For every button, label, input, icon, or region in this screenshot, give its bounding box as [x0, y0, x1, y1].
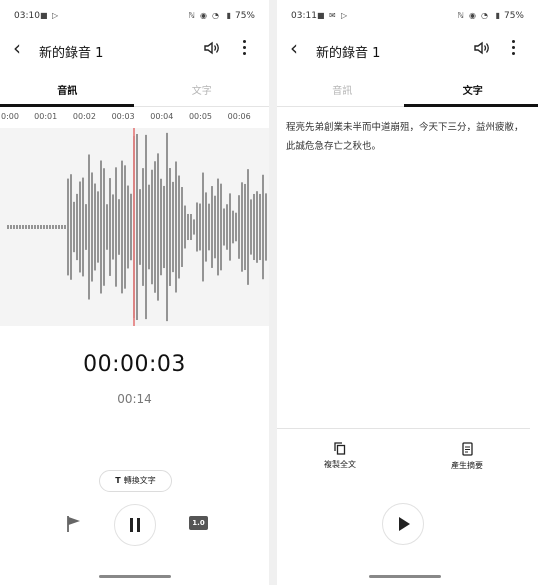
pause-button[interactable]: [114, 504, 156, 546]
ruler-tick: 00:05: [188, 112, 213, 121]
video-icon: ■: [317, 11, 325, 20]
app-bar: ‹ 新的錄音 1: [277, 34, 538, 66]
tab-indicator: [0, 104, 134, 107]
mail-icon: ✉: [329, 11, 336, 20]
gesture-bar: [369, 575, 441, 578]
cast-icon: ▷: [341, 11, 348, 20]
copy-all-button[interactable]: 複製全文: [300, 442, 380, 470]
eye-icon: ◉: [469, 11, 476, 20]
status-bar: 03:10 ■ ▷ ℕ ◉ ◔ ▮ 75%: [14, 8, 255, 24]
more-vert-icon[interactable]: [510, 40, 516, 56]
nfc-icon: ℕ: [457, 11, 464, 20]
tab-audio[interactable]: 音訊: [277, 82, 408, 97]
wifi-icon: ◔: [212, 11, 219, 20]
battery-icon: ▮: [495, 11, 500, 20]
actions-divider: [277, 428, 530, 429]
play-button[interactable]: [382, 503, 424, 545]
recording-title: 新的錄音 1: [316, 46, 381, 61]
pause-icon: [130, 518, 140, 532]
status-bar: 03:11 ■ ✉ ▷ ℕ ◉ ◔ ▮ 75%: [291, 8, 524, 24]
battery-icon: ▮: [226, 11, 231, 20]
ruler-tick: 00:02: [72, 112, 96, 121]
generate-summary-button[interactable]: 產生摘要: [427, 442, 507, 471]
transcript-text: 程亮先弟創業未半而中道崩殂，今天下三分，益州疲敝，此誠危急存亡之秋也。: [286, 122, 524, 152]
tab-indicator: [404, 104, 538, 107]
tab-audio[interactable]: 音訊: [0, 82, 135, 97]
back-arrow-icon[interactable]: ‹: [13, 38, 21, 58]
document-icon: [461, 442, 473, 456]
transcribe-button[interactable]: T 轉換文字: [99, 470, 172, 492]
copy-all-label: 複製全文: [324, 460, 356, 469]
total-duration: 00:14: [117, 392, 152, 406]
nfc-icon: ℕ: [188, 11, 195, 20]
waveform[interactable]: [0, 128, 269, 326]
status-time: 03:10: [14, 11, 40, 21]
time-ruler: 0:00 00:01 00:02 00:03 00:04 00:05 00:06: [0, 110, 269, 128]
ruler-tick: 00:04: [150, 112, 174, 121]
transcribe-label: 轉換文字: [123, 476, 156, 485]
speaker-icon[interactable]: [473, 39, 491, 57]
gesture-bar: [99, 575, 171, 578]
recorder-screen-text: 03:11 ■ ✉ ▷ ℕ ◉ ◔ ▮ 75% ‹ 新的錄音 1 音訊 文字 程…: [277, 0, 538, 585]
playback-speed-button[interactable]: 1.0: [189, 516, 208, 530]
recording-title: 新的錄音 1: [39, 46, 104, 61]
copy-icon: [334, 442, 346, 455]
battery-percent: 75%: [234, 11, 255, 21]
eye-icon: ◉: [200, 11, 207, 20]
video-icon: ■: [40, 11, 48, 20]
elapsed-time: 00:00:03: [83, 352, 186, 377]
ruler-tick: 00:06: [227, 112, 251, 121]
status-time: 03:11: [291, 11, 317, 21]
generate-summary-label: 產生摘要: [451, 461, 483, 470]
ruler-tick: 0:00: [1, 112, 19, 121]
wifi-icon: ◔: [481, 11, 488, 20]
flag-icon[interactable]: [66, 515, 82, 533]
back-arrow-icon[interactable]: ‹: [290, 38, 298, 58]
tab-text[interactable]: 文字: [135, 82, 270, 97]
recorder-screen-audio: 03:10 ■ ▷ ℕ ◉ ◔ ▮ 75% ‹ 新的錄音 1 音訊 文字 0:0…: [0, 0, 269, 585]
cast-icon: ▷: [52, 11, 59, 20]
screen-divider: [269, 0, 277, 585]
play-icon: [399, 517, 410, 531]
more-vert-icon[interactable]: [241, 40, 247, 56]
app-bar: ‹ 新的錄音 1: [0, 34, 269, 66]
tab-bar: 音訊 文字: [277, 78, 538, 107]
ruler-tick: 00:01: [34, 112, 58, 121]
text-t-icon: T: [115, 476, 121, 485]
tab-bar: 音訊 文字: [0, 78, 269, 107]
battery-percent: 75%: [503, 11, 524, 21]
speaker-icon[interactable]: [203, 39, 221, 57]
ruler-tick: 00:03: [111, 112, 135, 121]
tab-text[interactable]: 文字: [408, 82, 538, 97]
